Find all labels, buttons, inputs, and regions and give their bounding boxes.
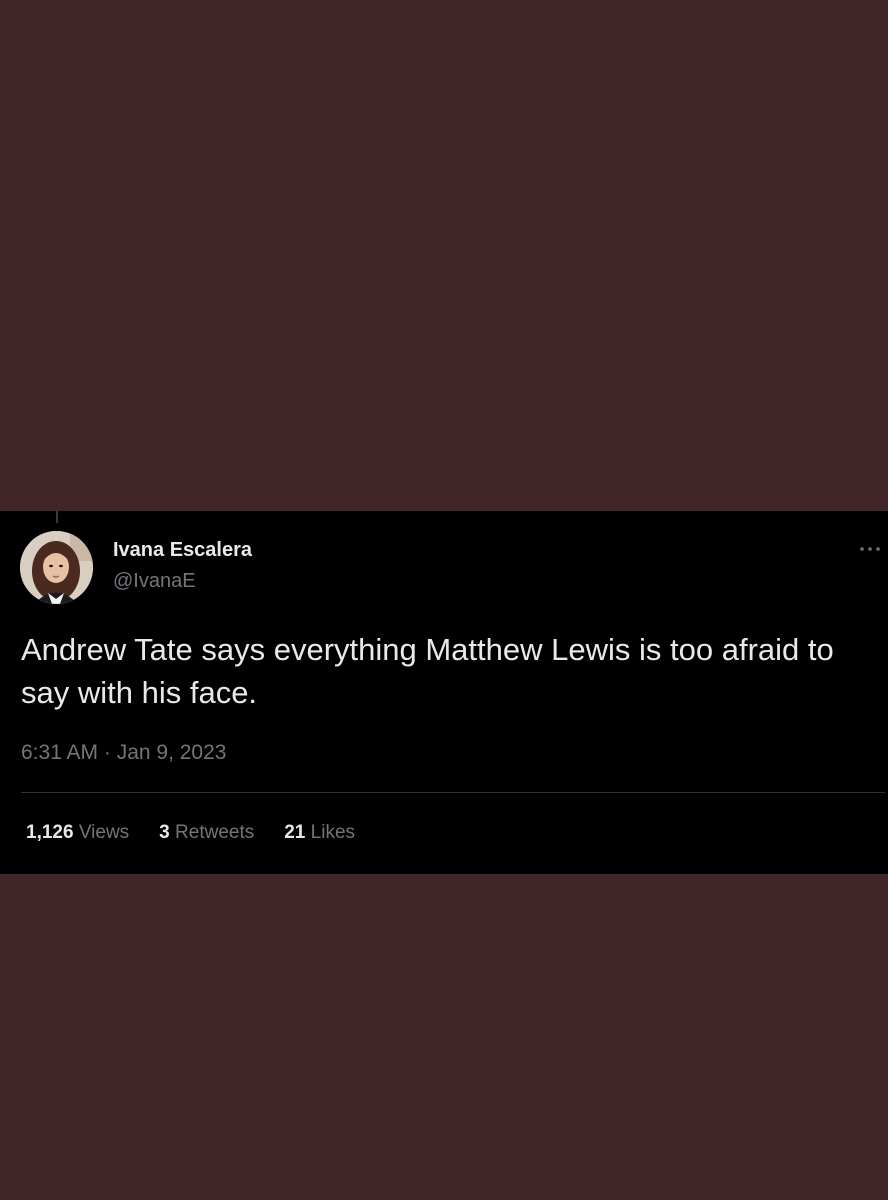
thread-connector-line — [56, 511, 58, 523]
more-icon — [860, 547, 880, 551]
views-count: 1,126 — [26, 822, 74, 843]
more-options-button[interactable] — [858, 539, 882, 559]
retweets-stat[interactable]: 3 Retweets — [159, 821, 254, 845]
likes-stat[interactable]: 21 Likes — [284, 821, 355, 845]
avatar-image — [20, 531, 93, 604]
tweet-stats: 1,126 Views 3 Retweets 21 Likes — [26, 821, 355, 845]
tweet-timestamp[interactable]: 6:31 AM · Jan 9, 2023 — [21, 740, 226, 766]
author-name[interactable]: Ivana Escalera — [113, 538, 252, 562]
avatar[interactable] — [20, 531, 93, 604]
card-bottom-border — [0, 874, 888, 875]
retweets-count: 3 — [159, 822, 170, 843]
likes-count: 21 — [284, 822, 306, 843]
likes-label: Likes — [310, 822, 356, 843]
author-handle[interactable]: @IvanaE — [113, 569, 196, 593]
views-stat[interactable]: 1,126 Views — [26, 821, 129, 845]
views-label: Views — [78, 822, 130, 843]
divider — [21, 792, 885, 793]
tweet-card[interactable]: Ivana Escalera @IvanaE Andrew Tate says … — [0, 511, 888, 875]
tweet-text: Andrew Tate says everything Matthew Lewi… — [21, 632, 834, 710]
retweets-label: Retweets — [175, 822, 255, 843]
